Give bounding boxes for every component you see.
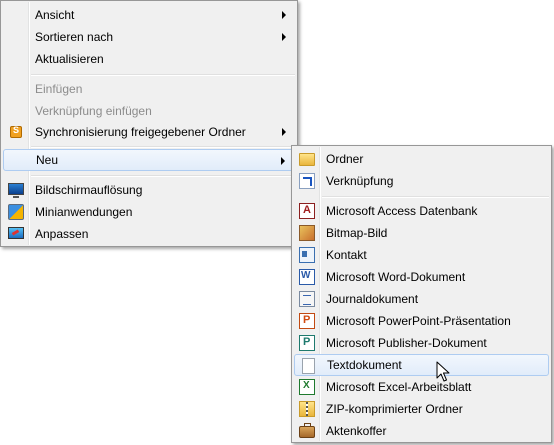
- sync-icon: [10, 125, 22, 138]
- menu-item-label: Einfügen: [35, 82, 83, 96]
- submenu-arrow-icon: [282, 128, 286, 136]
- submenu-item-textdokument[interactable]: Textdokument: [294, 354, 549, 376]
- menu-item-label: Textdokument: [327, 358, 402, 372]
- briefcase-icon: [299, 423, 315, 438]
- menu-separator: [31, 146, 295, 148]
- menu-item-label: Sortieren nach: [35, 30, 114, 44]
- submenu-arrow-icon: [282, 33, 286, 41]
- submenu-item-publisher[interactable]: Microsoft Publisher-Dokument: [294, 332, 549, 354]
- menu-item-label: Kontakt: [326, 248, 367, 262]
- menu-item-label: Bildschirmauflösung: [35, 183, 143, 197]
- access-database-icon: [299, 203, 315, 219]
- contact-card-icon: [299, 247, 315, 263]
- submenu-item-journal[interactable]: Journaldokument: [294, 288, 549, 310]
- menu-item-label: Microsoft PowerPoint-Präsentation: [326, 314, 511, 328]
- submenu-item-aktenkoffer[interactable]: Aktenkoffer: [294, 420, 549, 442]
- menu-item-label: Minianwendungen: [35, 205, 133, 219]
- menu-item-label: Journaldokument: [326, 292, 419, 306]
- submenu-item-kontakt[interactable]: Kontakt: [294, 244, 549, 266]
- menu-separator: [322, 196, 549, 198]
- submenu-item-verknuepfung[interactable]: Verknüpfung: [294, 170, 549, 192]
- shortcut-icon: [299, 173, 315, 189]
- menu-separator: [31, 175, 295, 177]
- menu-item-einfuegen[interactable]: Einfügen: [3, 78, 295, 100]
- excel-worksheet-icon: [299, 379, 315, 395]
- personalize-icon: [8, 227, 24, 239]
- menu-item-label: Ansicht: [35, 8, 75, 22]
- menu-item-sortieren-nach[interactable]: Sortieren nach: [3, 26, 295, 48]
- menu-item-label: Microsoft Publisher-Dokument: [326, 336, 487, 350]
- folder-icon: [299, 153, 315, 166]
- menu-item-aktualisieren[interactable]: Aktualisieren: [3, 48, 295, 70]
- menu-item-label: Ordner: [326, 152, 364, 166]
- menu-item-minianwendungen[interactable]: Minianwendungen: [3, 201, 295, 223]
- text-document-icon: [302, 358, 315, 374]
- publisher-document-icon: [299, 335, 315, 351]
- menu-item-label: Verknüpfung: [326, 174, 394, 188]
- menu-item-label: Microsoft Word-Dokument: [326, 270, 466, 284]
- word-document-icon: [299, 269, 315, 285]
- menu-item-label: Aktenkoffer: [326, 424, 387, 438]
- desktop-context-menu: Ansicht Sortieren nach Aktualisieren Ein…: [0, 0, 298, 247]
- new-submenu: Ordner Verknüpfung Microsoft Access Date…: [291, 145, 552, 443]
- journal-document-icon: [299, 291, 315, 307]
- submenu-item-powerpoint[interactable]: Microsoft PowerPoint-Präsentation: [294, 310, 549, 332]
- menu-item-synchronisierung[interactable]: Synchronisierung freigegebener Ordner: [3, 121, 295, 143]
- menu-item-bildschirmaufloesung[interactable]: Bildschirmauflösung: [3, 179, 295, 201]
- monitor-icon: [8, 183, 24, 198]
- submenu-item-ordner[interactable]: Ordner: [294, 148, 549, 170]
- submenu-item-word[interactable]: Microsoft Word-Dokument: [294, 266, 549, 288]
- menu-item-anpassen[interactable]: Anpassen: [3, 223, 295, 245]
- menu-item-label: Aktualisieren: [35, 52, 104, 66]
- submenu-item-excel[interactable]: Microsoft Excel-Arbeitsblatt: [294, 376, 549, 398]
- menu-item-neu[interactable]: Neu: [3, 149, 295, 171]
- bitmap-image-icon: [299, 225, 315, 241]
- menu-item-label: ZIP-komprimierter Ordner: [326, 402, 463, 416]
- submenu-arrow-icon: [282, 11, 286, 19]
- menu-item-ansicht[interactable]: Ansicht: [3, 4, 295, 26]
- submenu-arrow-icon: [281, 157, 285, 165]
- zip-folder-icon: [299, 401, 315, 417]
- menu-item-verknuepfung-einfuegen[interactable]: Verknüpfung einfügen: [3, 100, 295, 122]
- submenu-item-bitmap[interactable]: Bitmap-Bild: [294, 222, 549, 244]
- gadgets-icon: [8, 204, 24, 220]
- menu-item-label: Anpassen: [35, 227, 89, 241]
- menu-item-label: Verknüpfung einfügen: [35, 104, 152, 118]
- submenu-item-access[interactable]: Microsoft Access Datenbank: [294, 200, 549, 222]
- powerpoint-presentation-icon: [299, 313, 315, 329]
- mouse-cursor-icon: [436, 361, 450, 382]
- menu-separator: [31, 74, 295, 76]
- menu-item-label: Microsoft Access Datenbank: [326, 204, 478, 218]
- menu-item-label: Synchronisierung freigegebener Ordner: [35, 125, 246, 139]
- menu-item-label: Bitmap-Bild: [326, 226, 388, 240]
- menu-item-label: Neu: [36, 153, 59, 167]
- submenu-item-zip[interactable]: ZIP-komprimierter Ordner: [294, 398, 549, 420]
